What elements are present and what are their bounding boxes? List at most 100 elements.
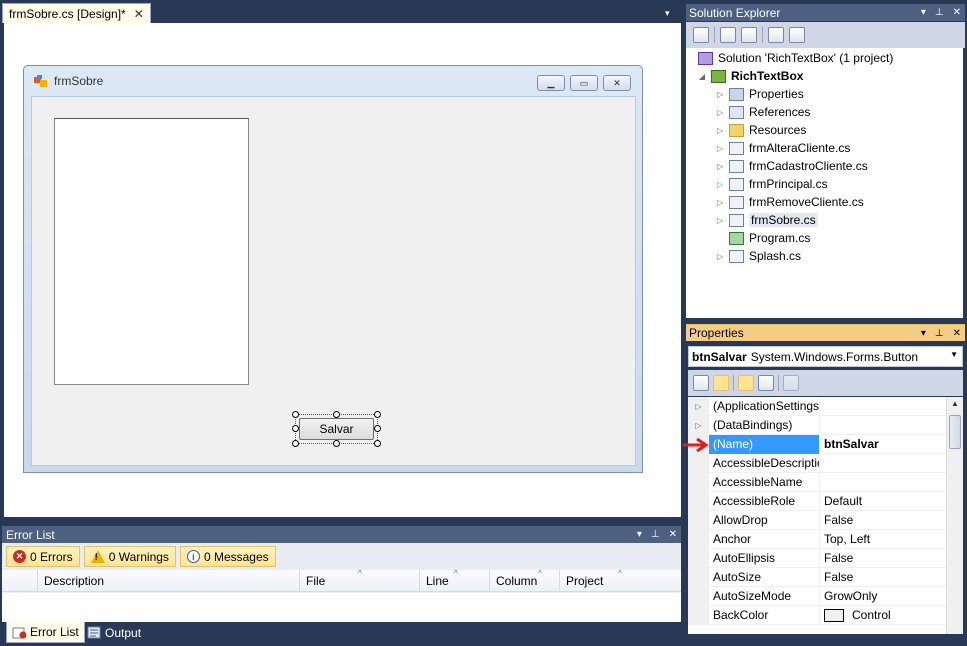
- collapsed-icon[interactable]: ▷: [716, 216, 724, 225]
- collapsed-icon[interactable]: ▷: [716, 108, 724, 117]
- form-client-area[interactable]: Salvar: [31, 96, 636, 466]
- refresh-icon[interactable]: [741, 27, 757, 43]
- column-header-icon[interactable]: [2, 570, 38, 592]
- tree-item-frmremovecliente[interactable]: ▷ frmRemoveCliente.cs: [716, 193, 864, 211]
- tree-item-frmcadastrocliente[interactable]: ▷ frmCadastroCliente.cs: [716, 157, 868, 175]
- tree-item-frmprincipal[interactable]: ▷ frmPrincipal.cs: [716, 175, 828, 193]
- document-menu-icon[interactable]: ▾: [665, 8, 670, 19]
- scrollbar-thumb[interactable]: [949, 415, 961, 449]
- tree-item-references[interactable]: ▷ References: [716, 103, 810, 121]
- property-value[interactable]: [820, 473, 946, 492]
- scroll-up-icon[interactable]: ▲: [951, 399, 959, 408]
- tree-item-frmalteracliente[interactable]: ▷ frmAlteraCliente.cs: [716, 139, 850, 157]
- property-value[interactable]: Control: [820, 606, 946, 625]
- column-header-project[interactable]: Project ^: [560, 569, 681, 592]
- collapsed-icon[interactable]: ▷: [716, 126, 724, 135]
- close-icon[interactable]: ✕: [953, 7, 961, 18]
- property-row[interactable]: AccessibleRole Default: [688, 492, 946, 511]
- maximize-icon[interactable]: ▭: [570, 75, 598, 91]
- property-value[interactable]: False: [820, 549, 946, 568]
- properties-view-icon[interactable]: [738, 375, 754, 391]
- property-value[interactable]: btnSalvar: [820, 435, 946, 454]
- dropdown-icon[interactable]: ▾: [637, 529, 642, 540]
- resize-handle[interactable]: [292, 411, 299, 418]
- property-value[interactable]: False: [820, 511, 946, 530]
- close-icon[interactable]: ✕: [134, 7, 144, 21]
- collapsed-icon[interactable]: ▷: [716, 198, 724, 207]
- close-icon[interactable]: ✕: [669, 529, 677, 540]
- property-value[interactable]: [820, 397, 946, 416]
- tree-item-program[interactable]: Program.cs: [716, 229, 810, 247]
- property-value[interactable]: Top, Left: [820, 530, 946, 549]
- close-icon[interactable]: ✕: [603, 75, 631, 91]
- tab-frmsobre-design[interactable]: frmSobre.cs [Design]* ✕: [2, 3, 151, 23]
- property-row[interactable]: AutoEllipsis False: [688, 549, 946, 568]
- object-selector[interactable]: btnSalvar System.Windows.Forms.Button ▼: [688, 346, 963, 367]
- column-header-line[interactable]: Line ^: [420, 569, 490, 592]
- warnings-filter-button[interactable]: ! 0 Warnings: [83, 546, 176, 567]
- tree-item-frmsobre[interactable]: ▷ frmSobre.cs: [716, 211, 818, 229]
- pin-icon[interactable]: ⊥: [935, 7, 944, 18]
- property-row-selected[interactable]: (Name) btnSalvar: [688, 435, 946, 454]
- property-row[interactable]: AllowDrop False: [688, 511, 946, 530]
- property-value[interactable]: False: [820, 568, 946, 587]
- dropdown-icon[interactable]: ▾: [921, 328, 926, 339]
- resize-handle[interactable]: [374, 440, 381, 447]
- chevron-down-icon[interactable]: ▼: [950, 350, 958, 359]
- categorized-icon[interactable]: [693, 375, 709, 391]
- property-row[interactable]: AutoSizeMode GrowOnly: [688, 587, 946, 606]
- collapsed-icon[interactable]: ▷: [688, 416, 709, 435]
- property-row[interactable]: BackColor Control: [688, 606, 946, 625]
- tree-item-properties[interactable]: ▷ Properties: [716, 85, 804, 103]
- property-value[interactable]: [820, 416, 946, 435]
- resize-handle[interactable]: [374, 411, 381, 418]
- error-list-grid[interactable]: Description File ^ Line ^ Column ^ Project ^: [2, 569, 681, 622]
- resize-handle[interactable]: [292, 440, 299, 447]
- tree-item-resources[interactable]: ▷ Resources: [716, 121, 806, 139]
- pin-icon[interactable]: ⊥: [935, 328, 944, 339]
- close-icon[interactable]: ✕: [953, 328, 961, 339]
- column-header-description[interactable]: Description: [38, 570, 300, 592]
- property-row[interactable]: AutoSize False: [688, 568, 946, 587]
- property-row[interactable]: AccessibleName: [688, 473, 946, 492]
- listbox[interactable]: [54, 118, 249, 385]
- collapsed-icon[interactable]: ▷: [716, 180, 724, 189]
- collapsed-icon[interactable]: ▷: [716, 162, 724, 171]
- property-row[interactable]: ▷ (DataBindings): [688, 416, 946, 435]
- form-window[interactable]: frmSobre ▁ ▭ ✕ Salvar: [23, 65, 643, 473]
- dropdown-icon[interactable]: ▾: [921, 7, 926, 18]
- view-code-icon[interactable]: [768, 27, 784, 43]
- tree-item-solution[interactable]: Solution 'RichTextBox' (1 project): [698, 49, 893, 67]
- alphabetical-icon[interactable]: [713, 375, 729, 391]
- resize-handle[interactable]: [374, 425, 381, 432]
- tree-item-project[interactable]: ◢ RichTextBox: [698, 67, 804, 85]
- property-value[interactable]: GrowOnly: [820, 587, 946, 606]
- solution-tree[interactable]: Solution 'RichTextBox' (1 project) ◢ Ric…: [686, 48, 963, 318]
- property-row[interactable]: Anchor Top, Left: [688, 530, 946, 549]
- property-row[interactable]: AccessibleDescriptic: [688, 454, 946, 473]
- properties-icon[interactable]: [693, 27, 709, 43]
- resize-handle[interactable]: [333, 411, 340, 418]
- column-header-file[interactable]: File ^: [300, 569, 420, 592]
- collapsed-icon[interactable]: ▷: [716, 252, 724, 261]
- resize-handle[interactable]: [292, 425, 299, 432]
- collapsed-icon[interactable]: ▷: [688, 397, 709, 416]
- property-row[interactable]: ▷ (ApplicationSettings: [688, 397, 946, 416]
- tab-error-list[interactable]: Error List: [6, 622, 85, 643]
- collapsed-icon[interactable]: ▷: [716, 144, 724, 153]
- column-header-column[interactable]: Column ^: [490, 569, 560, 592]
- minimize-icon[interactable]: ▁: [537, 75, 565, 91]
- tab-output[interactable]: Output: [82, 622, 146, 643]
- property-value[interactable]: [820, 454, 946, 473]
- errors-filter-button[interactable]: ✕ 0 Errors: [6, 546, 80, 567]
- collapsed-icon[interactable]: ▷: [716, 90, 724, 99]
- designer-surface[interactable]: Contém Bits frmSobre ▁ ▭ ✕ Salvar: [4, 23, 681, 517]
- tree-item-splash[interactable]: ▷ Splash.cs: [716, 247, 801, 265]
- salvar-button[interactable]: Salvar: [299, 418, 374, 440]
- expanded-icon[interactable]: ◢: [698, 72, 706, 81]
- view-designer-icon[interactable]: [789, 27, 805, 43]
- pin-icon[interactable]: ⊥: [651, 529, 660, 540]
- property-grid[interactable]: ▷ (ApplicationSettings ▷ (DataBindings) (N…: [688, 397, 963, 634]
- resize-handle[interactable]: [333, 440, 340, 447]
- property-value[interactable]: Default: [820, 492, 946, 511]
